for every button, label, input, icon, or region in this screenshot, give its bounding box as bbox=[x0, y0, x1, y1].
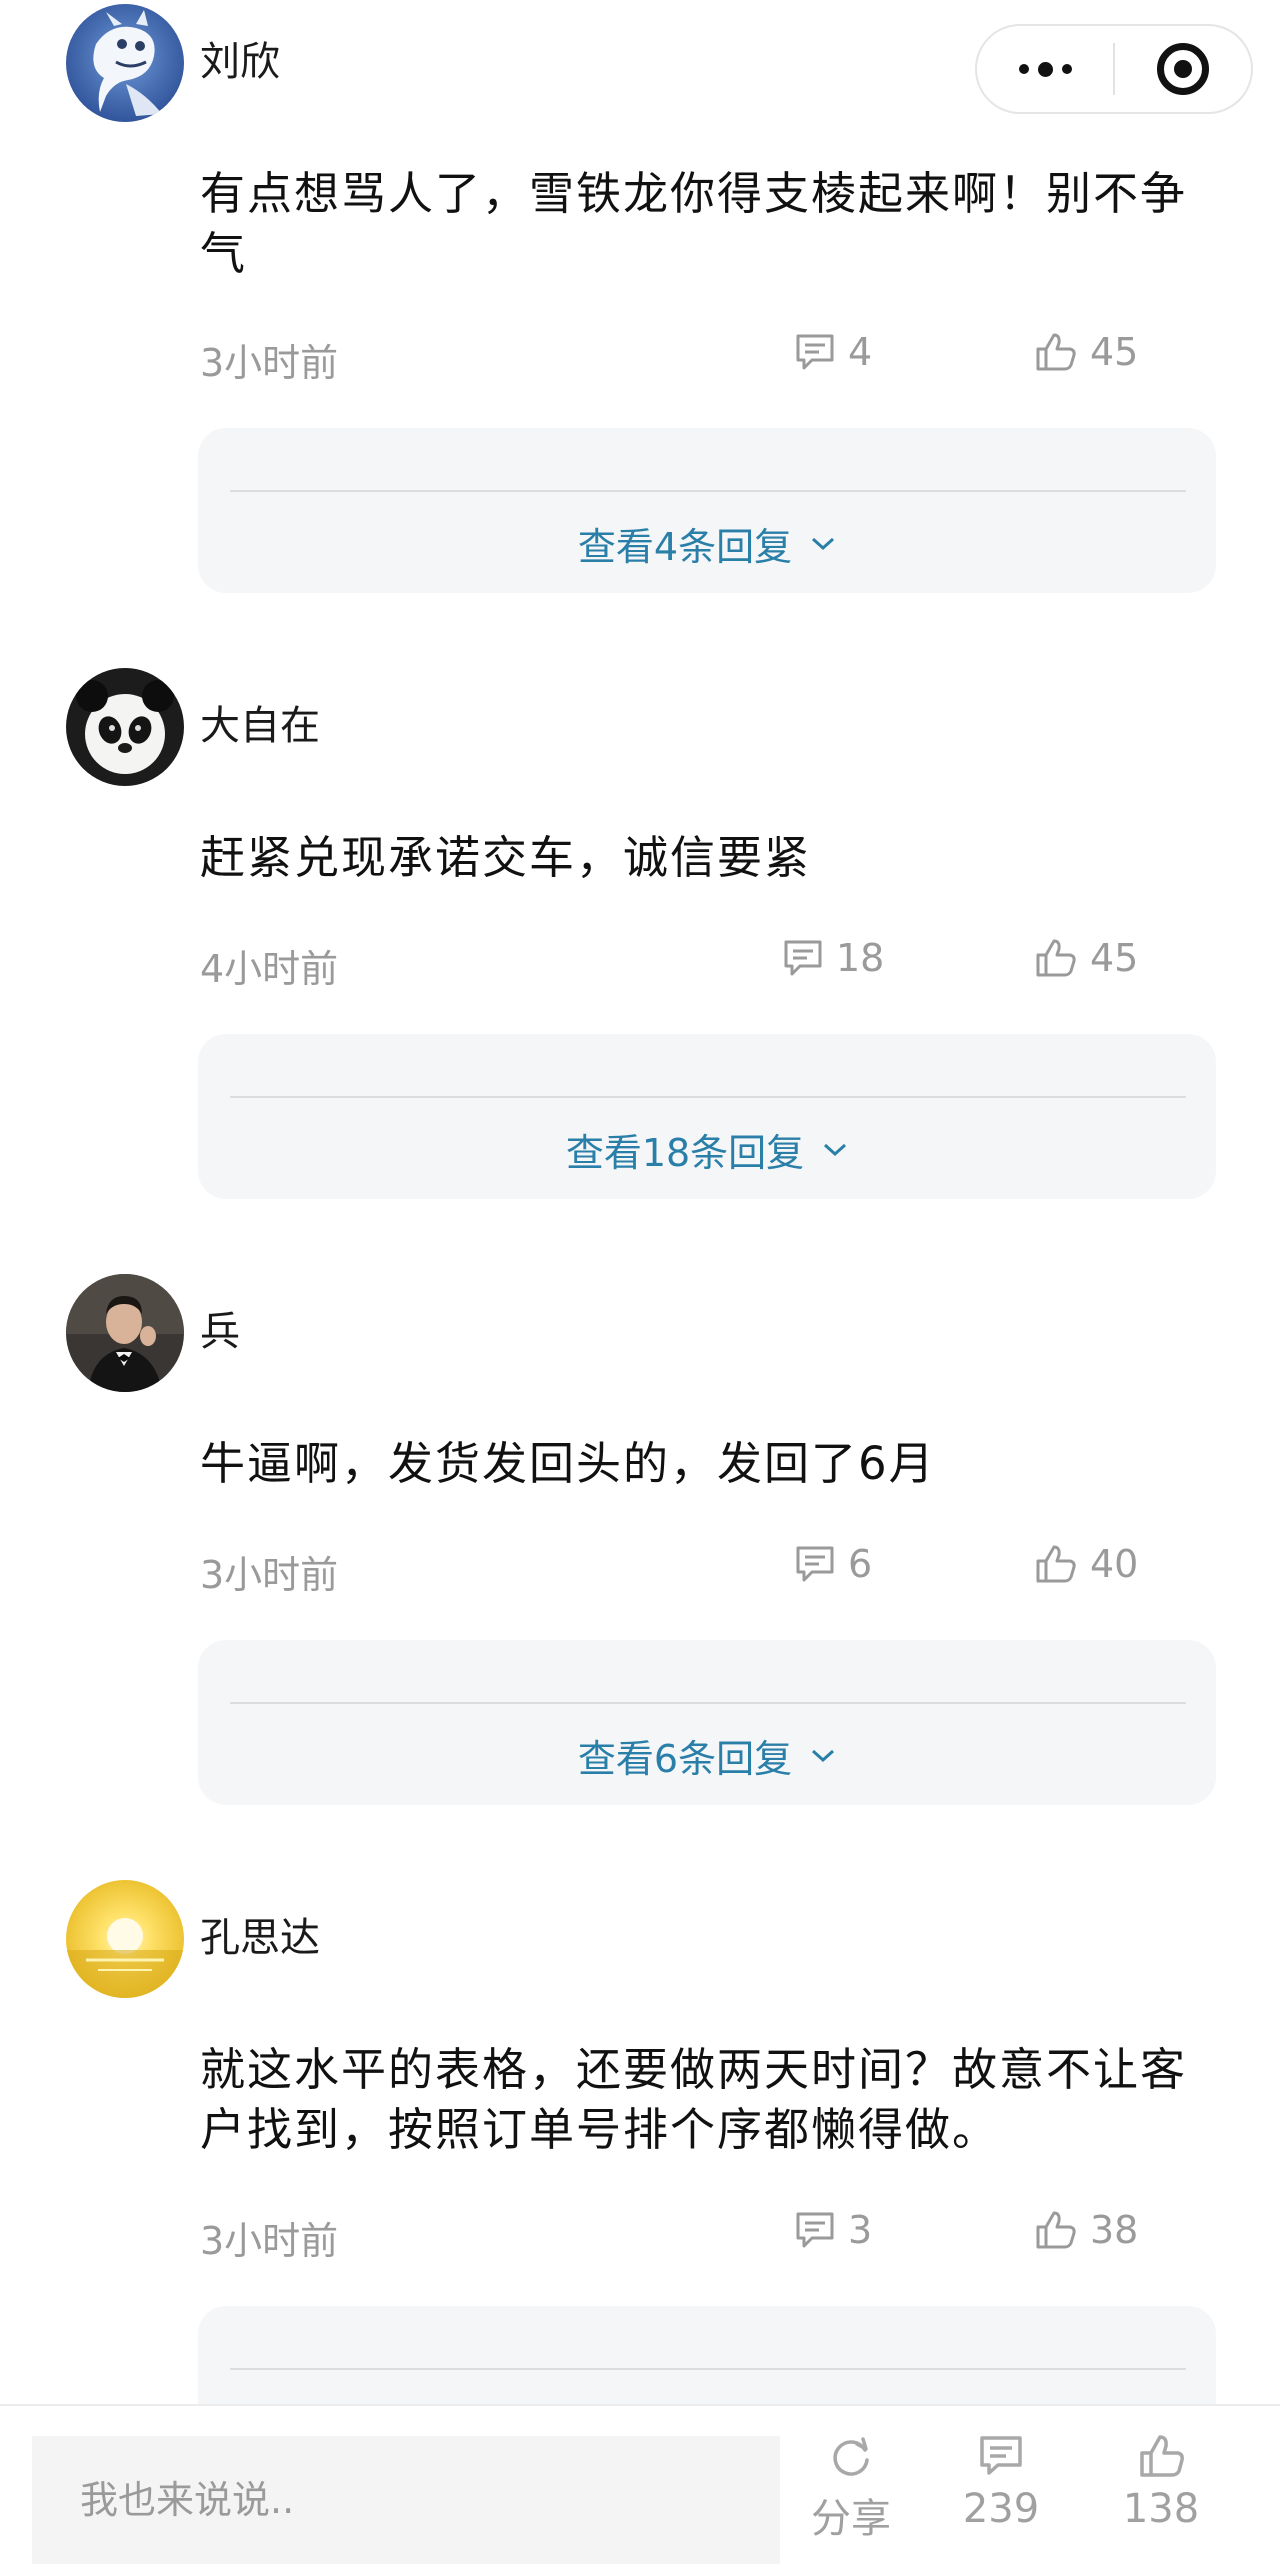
replies-panel: 查看4条回复 bbox=[198, 428, 1216, 593]
thumbs-up-icon bbox=[1036, 333, 1076, 371]
like-count: 138 bbox=[1122, 2486, 1200, 2532]
comment-time: 3小时前 bbox=[200, 1553, 339, 1597]
comment-text: 赶紧兑现承诺交车，诚信要紧 bbox=[200, 831, 812, 884]
reply-count: 6 bbox=[848, 1542, 873, 1586]
thumbs-up-icon bbox=[1036, 1545, 1076, 1583]
avatar[interactable] bbox=[66, 1880, 184, 1998]
comments-button[interactable]: 239 bbox=[936, 2432, 1066, 2572]
thumbs-up-icon bbox=[1036, 2211, 1076, 2249]
view-replies-label: 查看18条回复 bbox=[565, 1131, 805, 1175]
username[interactable]: 刘欣 bbox=[200, 36, 280, 88]
view-replies-link[interactable]: 查看6条回复 bbox=[198, 1728, 1216, 1783]
thumbs-up-icon bbox=[1036, 939, 1076, 977]
view-replies-link[interactable]: 查看4条回复 bbox=[198, 516, 1216, 571]
more-dots-icon bbox=[1018, 61, 1072, 77]
man-avatar-icon bbox=[66, 1274, 184, 1392]
like-button[interactable]: 138 bbox=[1096, 2432, 1226, 2572]
comment-bubble-icon bbox=[796, 2212, 834, 2248]
like-button[interactable]: 40 bbox=[1034, 1542, 1138, 1586]
more-button[interactable] bbox=[977, 26, 1113, 112]
avatar[interactable] bbox=[66, 4, 184, 122]
avatar[interactable] bbox=[66, 1274, 184, 1392]
like-count: 45 bbox=[1090, 330, 1139, 374]
share-refresh-icon bbox=[833, 2437, 869, 2476]
comment-bubble-icon bbox=[796, 334, 834, 370]
replies-panel: 查看18条回复 bbox=[198, 1034, 1216, 1199]
comment-text: 牛逼啊，发货发回头的，发回了6月 bbox=[200, 1437, 936, 1490]
comment-time: 3小时前 bbox=[200, 2219, 339, 2263]
chevron-down-icon bbox=[812, 537, 835, 550]
close-button[interactable] bbox=[1115, 26, 1251, 112]
like-button[interactable]: 45 bbox=[1034, 936, 1138, 980]
divider bbox=[230, 1702, 1186, 1704]
comment-meta: 3小时前 4 45 bbox=[200, 326, 1200, 385]
comment-time: 4小时前 bbox=[200, 947, 339, 991]
panda-avatar-icon bbox=[66, 668, 184, 786]
comment-meta: 4小时前 18 45 bbox=[200, 932, 1200, 991]
comment-input[interactable] bbox=[32, 2436, 780, 2564]
like-button[interactable]: 38 bbox=[1034, 2208, 1138, 2252]
comment-text: 就这水平的表格，还要做两天时间？故意不让客户找到，按照订单号排个序都懒得做。 bbox=[200, 2043, 1188, 2156]
sunset-avatar-icon bbox=[66, 1880, 184, 1998]
reply-count: 18 bbox=[836, 936, 885, 980]
dragon-avatar-icon bbox=[66, 4, 184, 122]
view-replies-label: 查看6条回复 bbox=[577, 1737, 793, 1781]
bottom-action-bar: 分享 239 138 bbox=[0, 2404, 1280, 2574]
comment-meta: 3小时前 3 38 bbox=[200, 2204, 1200, 2263]
username[interactable]: 孔思达 bbox=[200, 1912, 320, 1964]
divider bbox=[230, 490, 1186, 492]
divider bbox=[230, 2368, 1186, 2370]
view-replies-label: 查看4条回复 bbox=[577, 525, 793, 569]
comment-count: 239 bbox=[962, 2486, 1040, 2532]
target-circle-icon bbox=[1157, 43, 1209, 95]
reply-button[interactable]: 3 bbox=[794, 2208, 872, 2252]
comment-bubble-icon bbox=[980, 2436, 1022, 2475]
share-label: 分享 bbox=[811, 2496, 891, 2542]
username[interactable]: 兵 bbox=[200, 1306, 240, 1358]
thumbs-up-icon bbox=[1140, 2435, 1184, 2477]
reply-button[interactable]: 4 bbox=[794, 330, 872, 374]
mini-program-capsule bbox=[975, 24, 1253, 114]
comment-time: 3小时前 bbox=[200, 341, 339, 385]
username[interactable]: 大自在 bbox=[200, 700, 320, 752]
comment-bubble-icon bbox=[796, 1546, 834, 1582]
divider bbox=[230, 1096, 1186, 1098]
reply-button[interactable]: 6 bbox=[794, 1542, 872, 1586]
reply-count: 3 bbox=[848, 2208, 873, 2252]
reply-button[interactable]: 18 bbox=[782, 936, 884, 980]
avatar[interactable] bbox=[66, 668, 184, 786]
replies-panel: 查看6条回复 bbox=[198, 1640, 1216, 1805]
share-button[interactable]: 分享 bbox=[786, 2432, 916, 2572]
comment-bubble-icon bbox=[784, 940, 822, 976]
reply-count: 4 bbox=[848, 330, 873, 374]
chevron-down-icon bbox=[812, 1749, 835, 1762]
like-button[interactable]: 45 bbox=[1034, 330, 1138, 374]
like-count: 40 bbox=[1090, 1542, 1139, 1586]
like-count: 38 bbox=[1090, 2208, 1139, 2252]
like-count: 45 bbox=[1090, 936, 1139, 980]
view-replies-link[interactable]: 查看18条回复 bbox=[198, 1122, 1216, 1177]
comment-meta: 3小时前 6 40 bbox=[200, 1538, 1200, 1597]
chevron-down-icon bbox=[824, 1143, 847, 1156]
comment-text: 有点想骂人了，雪铁龙你得支棱起来啊！别不争气 bbox=[200, 167, 1188, 280]
